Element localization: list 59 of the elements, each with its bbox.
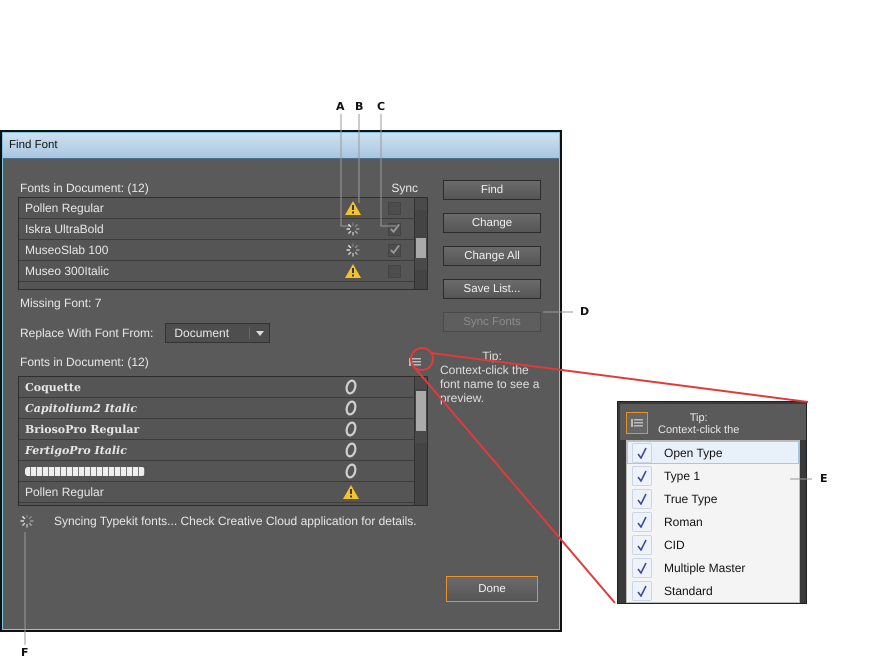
- font-name: FertigoPro Italic: [25, 444, 128, 456]
- menu-item[interactable]: CID: [627, 533, 799, 556]
- menu-item[interactable]: True Type: [627, 487, 799, 510]
- font-name: Museo 300Italic: [25, 264, 110, 278]
- font-name: MuseoSlab 100: [25, 243, 110, 257]
- dialog-button[interactable]: Change All: [443, 246, 541, 266]
- font-name: Pollen Regular: [25, 485, 105, 499]
- font-name: Coquette: [25, 380, 82, 394]
- menu-item[interactable]: Roman: [627, 510, 799, 533]
- callout-letter: E: [820, 472, 828, 485]
- menu-item[interactable]: Open Type: [627, 441, 799, 464]
- callout-letter: A: [336, 100, 345, 113]
- callout-letter: B: [355, 100, 364, 113]
- dialog-button[interactable]: Change: [443, 213, 541, 233]
- dialog-button[interactable]: Save List...: [443, 279, 541, 299]
- highlight-circle: [410, 347, 434, 371]
- font-row[interactable]: [19, 461, 414, 482]
- font-name: Pollen Regular: [25, 201, 105, 215]
- scrollbar[interactable]: [414, 198, 427, 289]
- list-label: Fonts in Document: (12): [20, 181, 149, 195]
- callout-letter: D: [580, 305, 590, 318]
- spinner-icon: [20, 514, 34, 528]
- callout-letter: C: [377, 100, 386, 113]
- caret-icon: [256, 330, 264, 336]
- list-label: Fonts in Document: (12): [20, 355, 149, 369]
- list-filter-icon: [630, 417, 644, 429]
- menu-item[interactable]: Multiple Master: [627, 556, 799, 579]
- menu-item[interactable]: Type 1: [627, 464, 799, 487]
- tip-text: Context-click the: [658, 424, 740, 436]
- menu-item[interactable]: Standard: [627, 579, 799, 602]
- leader-line: [790, 478, 812, 480]
- font-name: Capitolium2 Italic: [25, 402, 138, 414]
- missing-font-count: Missing Font: 7: [19, 296, 102, 312]
- tip-title: Tip:: [688, 412, 709, 424]
- list-filter-icon[interactable]: [408, 356, 422, 368]
- done-button[interactable]: Done: [446, 576, 538, 602]
- list-filter-button[interactable]: [626, 412, 648, 434]
- font-row[interactable]: Iskra UltraBold: [19, 219, 414, 240]
- source-dropdown[interactable]: Document: [165, 323, 270, 343]
- font-row[interactable]: Coquette: [19, 377, 414, 398]
- sync-checkbox[interactable]: [388, 222, 401, 236]
- scrollbar[interactable]: [414, 377, 427, 505]
- dialog-button[interactable]: Find: [443, 180, 541, 200]
- window-title: Find Font: [9, 139, 58, 151]
- font-row[interactable]: Pollen Regular: [19, 482, 414, 503]
- font-name: Iskra UltraBold: [25, 222, 105, 236]
- font-row[interactable]: Capitolium2 Italic: [19, 398, 414, 419]
- column-header: Sync: [391, 181, 418, 195]
- sync-checkbox[interactable]: [388, 244, 401, 256]
- callout-letter: F: [21, 646, 29, 659]
- status-message: Syncing Typekit fonts... Check Creative Cloud application for details.: [54, 514, 417, 528]
- font-row[interactable]: Pollen Regular: [19, 198, 414, 219]
- font-row[interactable]: MuseoSlab 100: [19, 240, 414, 261]
- font-row[interactable]: FertigoPro Italic: [19, 440, 414, 461]
- tip-text: Context-click the font name to see a preview.: [440, 363, 540, 405]
- replace-label: Replace With Font From:: [20, 326, 154, 340]
- font-row[interactable]: BriosoPro Regular: [19, 419, 414, 440]
- font-row[interactable]: Museo 300Italic: [19, 261, 414, 282]
- font-name: BriosoPro Regular: [25, 422, 140, 436]
